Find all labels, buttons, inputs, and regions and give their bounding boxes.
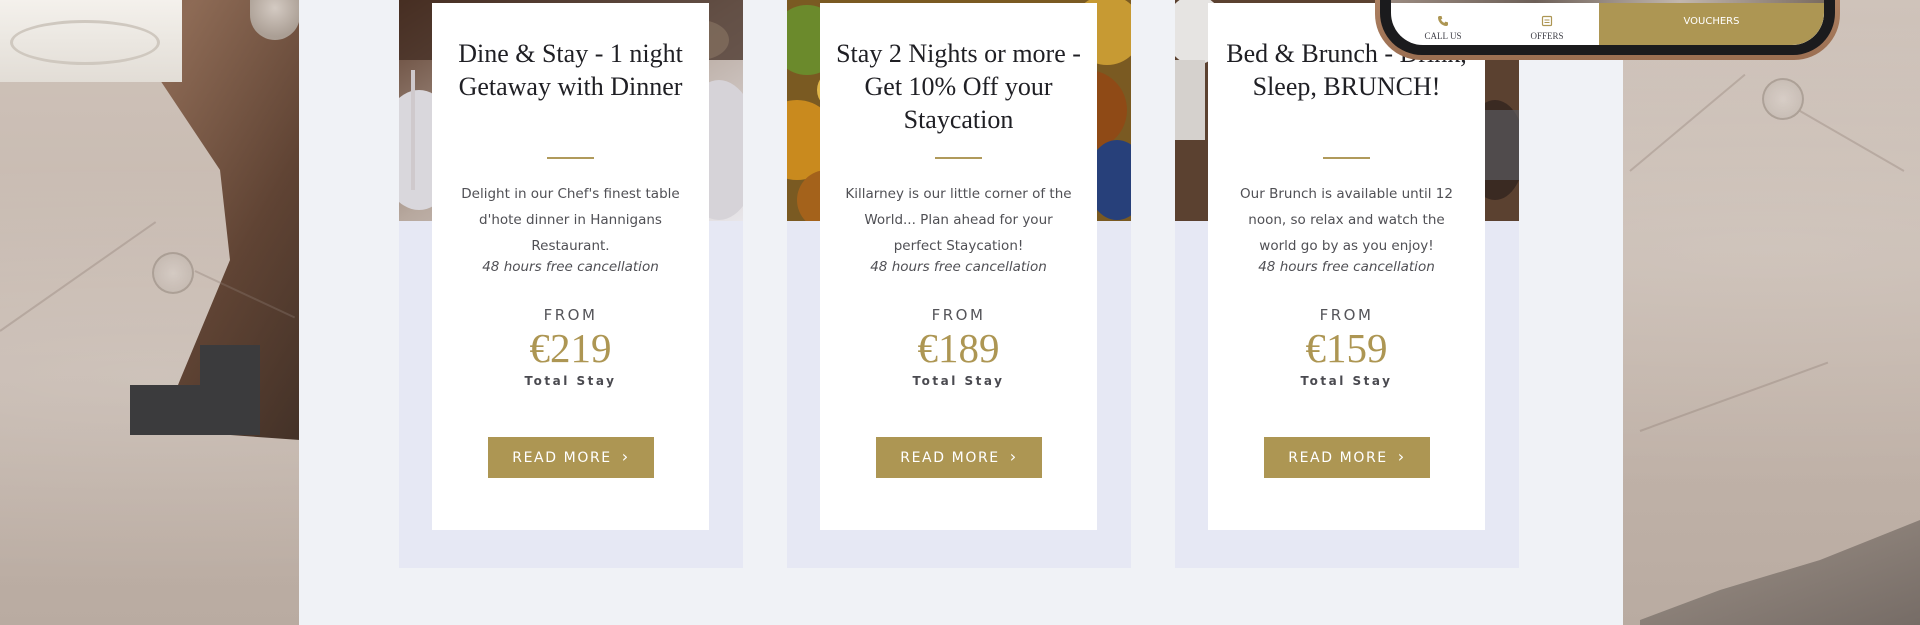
offer-from-label: FROM: [543, 306, 598, 324]
offer-card: Bed & Brunch - Drink, Sleep, BRUNCH! Our…: [1208, 3, 1485, 530]
offer-description: Delight in our Chef's finest table d'hot…: [461, 186, 680, 254]
offer-card: Dine & Stay - 1 night Getaway with Dinne…: [432, 3, 709, 530]
offer-price-note: Total Stay: [524, 374, 617, 388]
background-crease: [1799, 110, 1905, 172]
offer-card: Stay 2 Nights or more - Get 10% Off your…: [820, 3, 1097, 530]
background-upholstery-button: [1762, 78, 1804, 120]
offer-from-label: FROM: [931, 306, 986, 324]
offer-divider: [935, 157, 982, 159]
offer-price-note: Total Stay: [1300, 374, 1393, 388]
offer-price: €159: [1305, 325, 1388, 371]
phone-mockup: CALL US OFFERS VOUCHERS: [1375, 0, 1840, 60]
phone-nav-offers[interactable]: OFFERS: [1495, 0, 1599, 45]
background-crease: [1629, 73, 1746, 172]
read-more-label: READ MORE: [900, 449, 1000, 466]
background-rug: [1640, 520, 1920, 625]
read-more-button[interactable]: READ MORE ›: [1264, 437, 1430, 478]
offer-description: Killarney is our little corner of the Wo…: [845, 186, 1072, 254]
offer-title: Stay 2 Nights or more - Get 10% Off your…: [836, 39, 1081, 134]
phone-nav-vouchers-label: VOUCHERS: [1683, 16, 1740, 27]
offer-price: €219: [529, 325, 612, 371]
read-more-label: READ MORE: [1288, 449, 1388, 466]
offer-from-label: FROM: [1319, 306, 1374, 324]
offer-item-two-nights: Stay 2 Nights or more - Get 10% Off your…: [787, 0, 1131, 568]
background-upholstery-button: [152, 252, 194, 294]
offer-price: €189: [917, 325, 1000, 371]
chevron-right-icon: ›: [621, 446, 630, 466]
read-more-label: READ MORE: [512, 449, 612, 466]
background-plate-rim: [10, 20, 160, 65]
phone-bezel: CALL US OFFERS VOUCHERS: [1380, 0, 1835, 55]
phone-screen-photo-strip: [1391, 0, 1824, 3]
offers-section: Dine & Stay - 1 night Getaway with Dinne…: [299, 0, 1623, 625]
background-crease: [0, 221, 157, 332]
offer-cancellation-note: 48 hours free cancellation: [870, 259, 1047, 275]
offer-divider: [1323, 157, 1370, 159]
offer-divider: [547, 157, 594, 159]
offers-tag-icon: [1541, 15, 1553, 27]
background-crease: [1639, 361, 1829, 432]
read-more-button[interactable]: READ MORE ›: [876, 437, 1042, 478]
phone-icon: [1438, 16, 1448, 26]
offer-item-dine-and-stay: Dine & Stay - 1 night Getaway with Dinne…: [399, 0, 743, 568]
background-plate: [0, 0, 182, 82]
phone-screen: CALL US OFFERS VOUCHERS: [1391, 0, 1824, 45]
phone-nav-offers-label: OFFERS: [1530, 31, 1564, 41]
phone-nav-call-us-label: CALL US: [1424, 31, 1462, 41]
offer-cancellation-note: 48 hours free cancellation: [482, 259, 659, 275]
chevron-right-icon: ›: [1009, 446, 1018, 466]
offer-price-note: Total Stay: [912, 374, 1005, 388]
offer-description: Our Brunch is available until 12 noon, s…: [1240, 186, 1453, 254]
offer-cancellation-note: 48 hours free cancellation: [1258, 259, 1435, 275]
chevron-right-icon: ›: [1397, 446, 1406, 466]
phone-nav-vouchers[interactable]: VOUCHERS: [1599, 0, 1824, 45]
read-more-button[interactable]: READ MORE ›: [488, 437, 654, 478]
phone-nav-call-us[interactable]: CALL US: [1391, 0, 1495, 45]
offer-item-bed-and-brunch: Bed & Brunch - Drink, Sleep, BRUNCH! Our…: [1175, 0, 1519, 568]
offer-title: Dine & Stay - 1 night Getaway with Dinne…: [458, 39, 683, 101]
